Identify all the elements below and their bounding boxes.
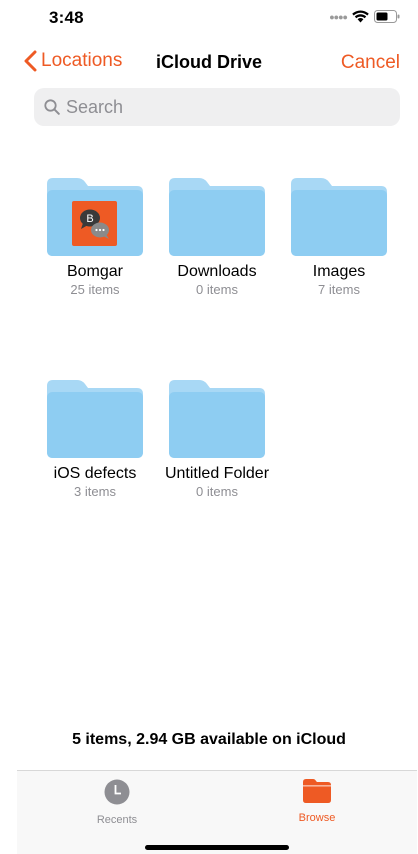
folder-graphic: [169, 380, 265, 458]
status-time: 3:48: [49, 8, 84, 27]
folder-graphic: [291, 178, 387, 256]
folder-graphic: [47, 380, 143, 458]
folder-graphic: [169, 178, 265, 256]
folder-icon: [303, 779, 331, 803]
wifi-icon: [352, 10, 369, 23]
folder-untitled-folder[interactable]: Untitled Folder 0 items: [156, 380, 278, 499]
back-button-label: Locations: [41, 50, 123, 71]
battery-icon: [374, 10, 400, 23]
cellular-signal-icon: ●●●●: [329, 11, 348, 22]
folder-name: Images: [312, 263, 366, 280]
home-indicator[interactable]: [145, 845, 289, 850]
folder-bomgar[interactable]: B Bomgar 25 items: [34, 178, 156, 297]
search-icon: [44, 99, 60, 115]
bomgar-app-icon: B: [72, 201, 117, 246]
folder-ios-defects[interactable]: iOS defects 3 items: [34, 380, 156, 499]
folder-name: iOS defects: [53, 465, 137, 482]
clock-icon: [104, 779, 130, 805]
screen: 3:48 ●●●● Locations iCloud Drive Cancel: [0, 0, 418, 854]
tab-browse[interactable]: Browse: [257, 779, 377, 824]
folder-item-count: 25 items: [70, 282, 120, 297]
chevron-left-icon: [24, 50, 37, 72]
cancel-button[interactable]: Cancel: [341, 52, 400, 74]
search-bar[interactable]: [34, 88, 400, 126]
folder-item-count: 3 items: [74, 484, 116, 499]
folder-graphic: B: [47, 178, 143, 256]
folder-item-count: 0 items: [196, 484, 238, 499]
status-bar: 3:48 ●●●●: [0, 0, 418, 40]
locations-back-button[interactable]: Locations: [24, 50, 122, 72]
tab-label: Browse: [298, 812, 336, 824]
status-icons: ●●●●: [329, 10, 400, 23]
chat-bubbles-icon: B: [80, 209, 109, 239]
bomgar-badge-letter: B: [86, 213, 93, 225]
search-input[interactable]: [66, 96, 366, 118]
folder-icon: [169, 380, 265, 458]
folder-name: Untitled Folder: [164, 465, 270, 482]
folder-item-count: 7 items: [318, 282, 360, 297]
folder-icon: [47, 380, 143, 458]
folder-icon: [291, 178, 387, 256]
folder-icon: [169, 178, 265, 256]
folder-images[interactable]: Images 7 items: [278, 178, 400, 297]
folder-name: Downloads: [177, 263, 257, 280]
folder-item-count: 0 items: [196, 282, 238, 297]
storage-info: 5 items, 2.94 GB available on iCloud: [72, 731, 346, 748]
folder-name: Bomgar: [66, 263, 124, 280]
tab-recents[interactable]: Recents: [57, 779, 177, 826]
tab-bar: Recents Browse: [17, 770, 417, 854]
tab-label: Recents: [96, 814, 138, 826]
folder-downloads[interactable]: Downloads 0 items: [156, 178, 278, 297]
